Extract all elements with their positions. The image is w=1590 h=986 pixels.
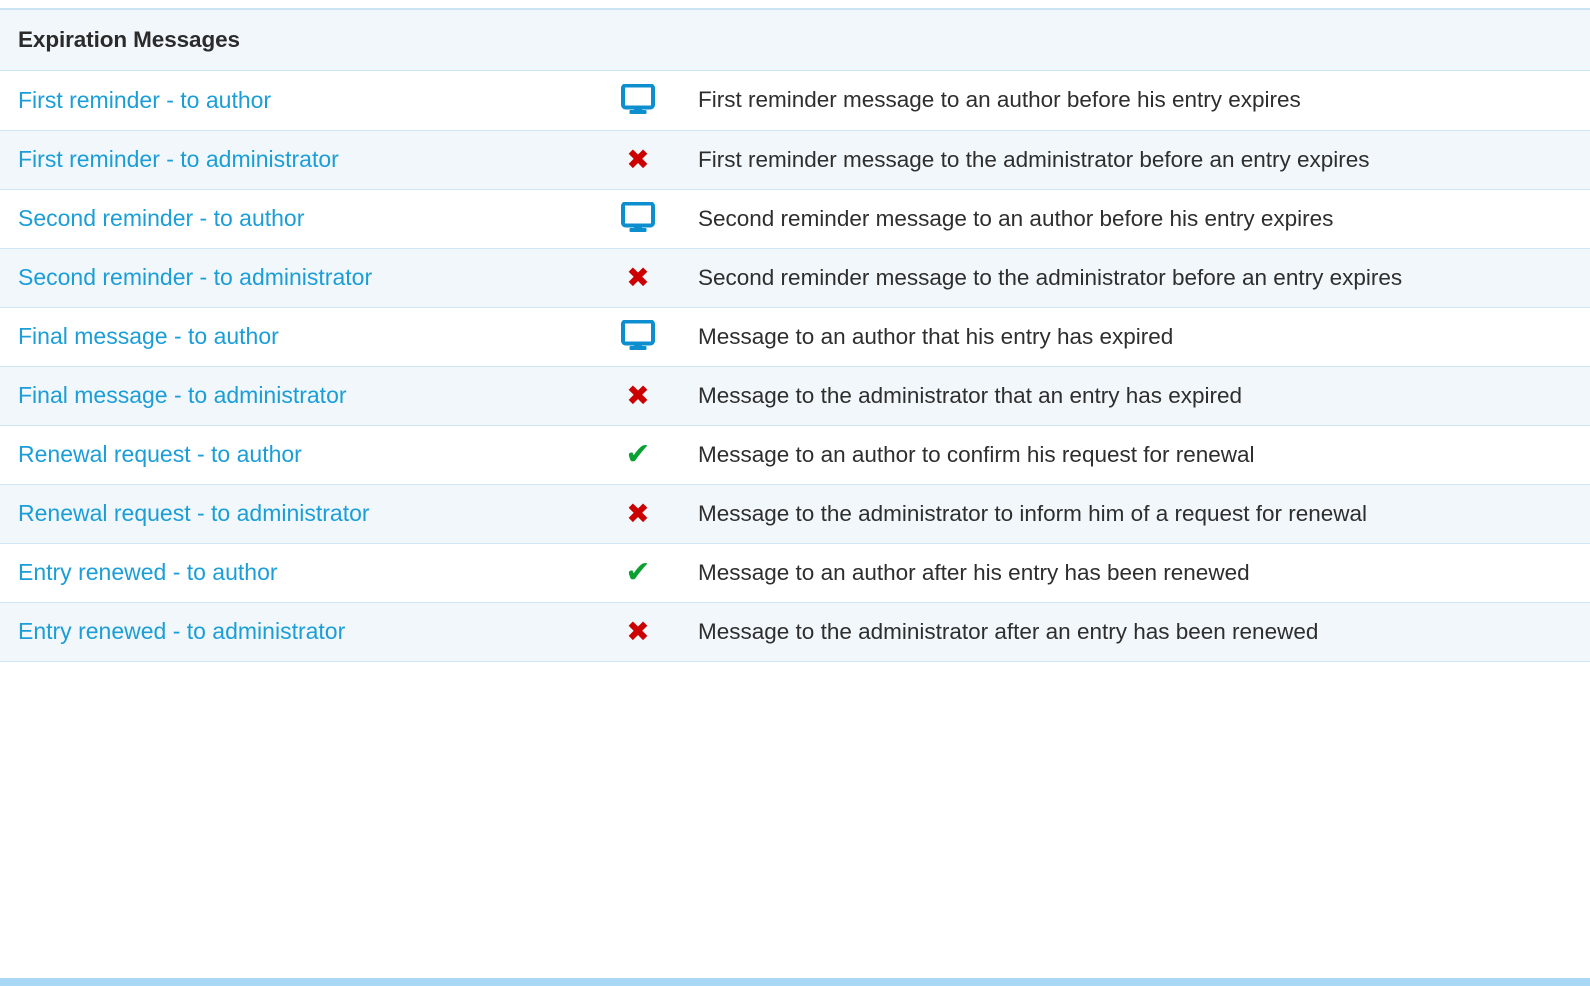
table-row: Second reminder - to administrator ✖ Secon… <box>0 248 1590 308</box>
message-description: Message to the administrator that an ent… <box>698 382 1243 408</box>
cross-icon[interactable]: ✖ <box>618 614 658 650</box>
message-name-cell: Final message - to administrator <box>0 366 588 426</box>
table-body: First reminder - to author First reminder… <box>0 71 1590 662</box>
expiration-messages-table: First reminder - to author First reminder… <box>0 71 1590 662</box>
message-name-cell: Renewal request - to author <box>0 425 588 485</box>
cross-icon[interactable]: ✖ <box>618 142 658 178</box>
message-description-cell: Message to the administrator that an ent… <box>688 366 1590 426</box>
message-status-cell: ✖ <box>588 602 688 662</box>
message-status-cell: ✖ <box>588 366 688 426</box>
cross-icon[interactable]: ✖ <box>618 496 658 532</box>
message-description-cell: First reminder message to the administra… <box>688 130 1590 190</box>
check-glyph: ✔ <box>625 554 651 590</box>
table-row: Second reminder - to author Second remind… <box>0 189 1590 249</box>
message-link[interactable]: Renewal request - to administrator <box>18 500 370 526</box>
page-title: Expiration Messages <box>18 27 240 52</box>
message-name-cell: Second reminder - to administrator <box>0 248 588 308</box>
message-link[interactable]: Final message - to administrator <box>18 382 347 408</box>
message-link[interactable]: First reminder - to author <box>18 87 271 113</box>
cross-glyph: ✖ <box>626 378 650 412</box>
message-description: First reminder message to an author befo… <box>698 87 1301 113</box>
message-link[interactable]: Final message - to author <box>18 323 279 349</box>
message-link[interactable]: Second reminder - to administrator <box>18 264 372 290</box>
message-description: Message to an author that his entry has … <box>698 323 1174 349</box>
message-description-cell: Message to the administrator to inform h… <box>688 484 1590 544</box>
table-row: First reminder - to author First reminder… <box>0 71 1590 131</box>
check-glyph: ✔ <box>625 436 651 472</box>
panel-header: Expiration Messages <box>0 8 1590 71</box>
message-name-cell: Second reminder - to author <box>0 189 588 249</box>
message-name-cell: Final message - to author <box>0 307 588 367</box>
check-icon[interactable]: ✔ <box>618 437 658 473</box>
message-name-cell: Entry renewed - to administrator <box>0 602 588 662</box>
message-description: First reminder message to the administra… <box>698 146 1370 172</box>
table-row: Renewal request - to administrator ✖ Messa… <box>0 484 1590 544</box>
cross-icon[interactable]: ✖ <box>618 378 658 414</box>
bottom-accent-bar <box>0 978 1590 986</box>
message-description: Message to an author to confirm his requ… <box>698 441 1255 467</box>
cross-glyph: ✖ <box>626 142 650 176</box>
message-name-cell: First reminder - to author <box>0 71 588 131</box>
table-row: Renewal request - to author ✔ Message to a… <box>0 425 1590 485</box>
message-description: Message to an author after his entry has… <box>698 559 1250 585</box>
message-name-cell: Renewal request - to administrator <box>0 484 588 544</box>
message-status-cell <box>588 71 688 131</box>
cross-glyph: ✖ <box>626 614 650 648</box>
message-name-cell: First reminder - to administrator <box>0 130 588 190</box>
message-link[interactable]: Entry renewed - to administrator <box>18 618 345 644</box>
table-row: Final message - to author Message to an a… <box>0 307 1590 367</box>
message-description-cell: First reminder message to an author befo… <box>688 71 1590 131</box>
check-icon[interactable]: ✔ <box>618 555 658 591</box>
message-status-cell: ✖ <box>588 484 688 544</box>
message-description-cell: Second reminder message to the administr… <box>688 248 1590 308</box>
expiration-messages-panel: Expiration Messages First reminder - to … <box>0 8 1590 662</box>
table-row: Entry renewed - to administrator ✖ Message… <box>0 602 1590 662</box>
monitor-icon[interactable] <box>618 199 658 235</box>
message-link[interactable]: First reminder - to administrator <box>18 146 339 172</box>
cross-icon[interactable]: ✖ <box>618 260 658 296</box>
message-description-cell: Message to the administrator after an en… <box>688 602 1590 662</box>
message-link[interactable]: Renewal request - to author <box>18 441 302 467</box>
cross-glyph: ✖ <box>626 496 650 530</box>
monitor-icon[interactable] <box>618 81 658 117</box>
message-link[interactable]: Entry renewed - to author <box>18 559 278 585</box>
table-row: Final message - to administrator ✖ Message… <box>0 366 1590 426</box>
message-description-cell: Second reminder message to an author bef… <box>688 189 1590 249</box>
message-description: Message to the administrator after an en… <box>698 618 1319 644</box>
message-status-cell: ✔ <box>588 543 688 603</box>
message-status-cell <box>588 307 688 367</box>
table-row: First reminder - to administrator ✖ First … <box>0 130 1590 190</box>
message-description: Second reminder message to the administr… <box>698 264 1403 290</box>
message-status-cell: ✖ <box>588 248 688 308</box>
message-status-cell: ✖ <box>588 130 688 190</box>
message-description: Message to the administrator to inform h… <box>698 500 1368 526</box>
message-description: Second reminder message to an author bef… <box>698 205 1334 231</box>
message-description-cell: Message to an author that his entry has … <box>688 307 1590 367</box>
page-root: Expiration Messages First reminder - to … <box>0 0 1590 986</box>
message-description-cell: Message to an author to confirm his requ… <box>688 425 1590 485</box>
message-name-cell: Entry renewed - to author <box>0 543 588 603</box>
cross-glyph: ✖ <box>626 260 650 294</box>
message-status-cell: ✔ <box>588 425 688 485</box>
message-description-cell: Message to an author after his entry has… <box>688 543 1590 603</box>
message-link[interactable]: Second reminder - to author <box>18 205 304 231</box>
monitor-icon[interactable] <box>618 317 658 353</box>
message-status-cell <box>588 189 688 249</box>
table-row: Entry renewed - to author ✔ Message to an … <box>0 543 1590 603</box>
